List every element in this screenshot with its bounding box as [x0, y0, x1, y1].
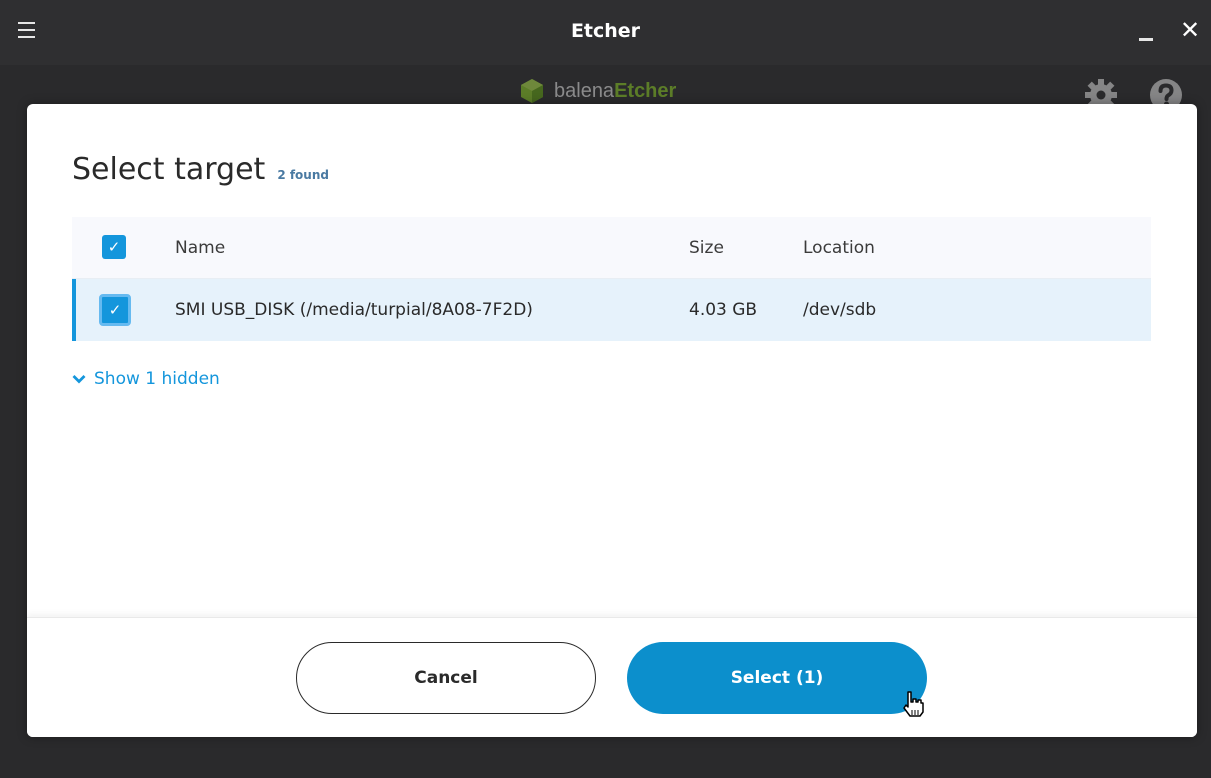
drive-size: 4.03 GB	[689, 300, 758, 320]
table-row[interactable]: ✓ SMI USB_DISK (/media/turpial/8A08-7F2D…	[72, 279, 1151, 341]
select-button[interactable]: Select (1)	[627, 642, 927, 714]
minimize-icon[interactable]	[1139, 38, 1153, 41]
cancel-button[interactable]: Cancel	[296, 642, 596, 714]
modal-footer: Cancel Select (1)	[27, 617, 1197, 737]
select-all-checkbox[interactable]: ✓	[102, 235, 126, 259]
column-header-location[interactable]: Location	[803, 217, 875, 279]
row-checkbox[interactable]: ✓	[99, 294, 131, 326]
logo-text-balena: balena	[554, 79, 615, 102]
found-count-badge: 2 found	[277, 168, 329, 182]
window-titlebar: Etcher ✕	[0, 0, 1211, 65]
balena-etcher-logo: balenaEtcher	[518, 77, 676, 105]
modal-header: Select target 2 found	[72, 152, 329, 187]
select-target-modal: Select target 2 found ✓ Name Size Locati…	[27, 104, 1197, 737]
logo-text-etcher: Etcher	[614, 79, 677, 102]
modal-title: Select target	[72, 152, 266, 187]
column-header-size[interactable]: Size	[689, 217, 724, 279]
chevron-down-icon	[72, 375, 86, 384]
table-header: ✓ Name Size Location	[72, 217, 1151, 279]
drive-table: ✓ Name Size Location ✓ SMI USB_DISK (/me…	[72, 217, 1151, 341]
column-header-name[interactable]: Name	[175, 217, 225, 279]
hand-cursor-icon	[903, 691, 924, 717]
window-title: Etcher	[570, 20, 641, 42]
show-hidden-toggle[interactable]: Show 1 hidden	[72, 369, 220, 389]
show-hidden-label: Show 1 hidden	[94, 369, 220, 389]
balena-cube-icon	[521, 79, 543, 103]
drive-name: SMI USB_DISK (/media/turpial/8A08-7F2D)	[175, 300, 533, 320]
drive-location: /dev/sdb	[803, 300, 877, 320]
close-icon[interactable]: ✕	[1178, 18, 1202, 42]
